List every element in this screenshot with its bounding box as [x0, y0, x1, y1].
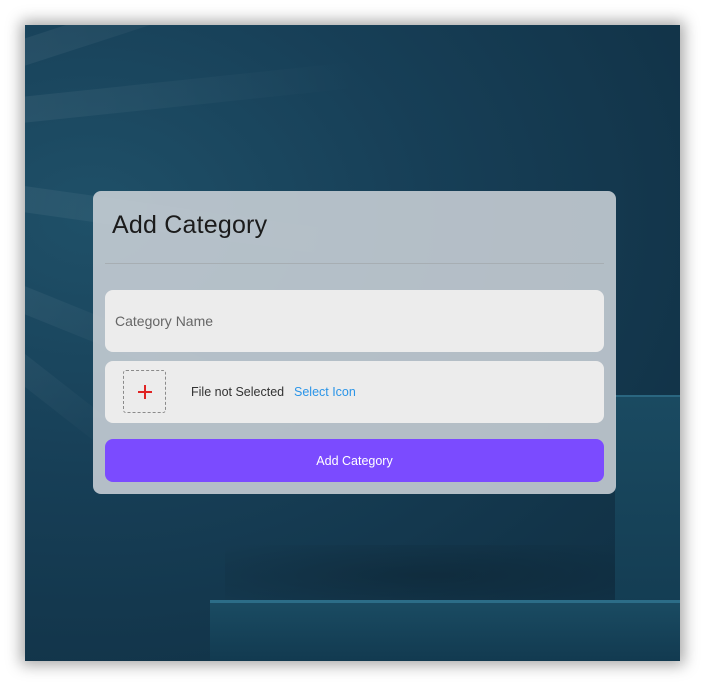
icon-file-picker: File not Selected Select Icon [105, 361, 604, 423]
title-divider [105, 263, 604, 264]
background-step [615, 395, 680, 605]
dialog-title: Add Category [112, 211, 268, 239]
add-category-dialog: Add Category File not Selected Select Ic… [93, 191, 616, 494]
add-category-button[interactable]: Add Category [105, 439, 604, 482]
file-status-text: File not Selected [191, 385, 285, 399]
background-light-ray [25, 61, 365, 131]
select-icon-link[interactable]: Select Icon [294, 385, 356, 399]
background-floor [210, 600, 680, 661]
icon-upload-dropzone[interactable] [123, 370, 166, 413]
background-shadow [225, 545, 625, 605]
category-name-input[interactable] [105, 290, 604, 352]
plus-icon [124, 371, 165, 412]
category-name-field[interactable] [105, 290, 604, 352]
